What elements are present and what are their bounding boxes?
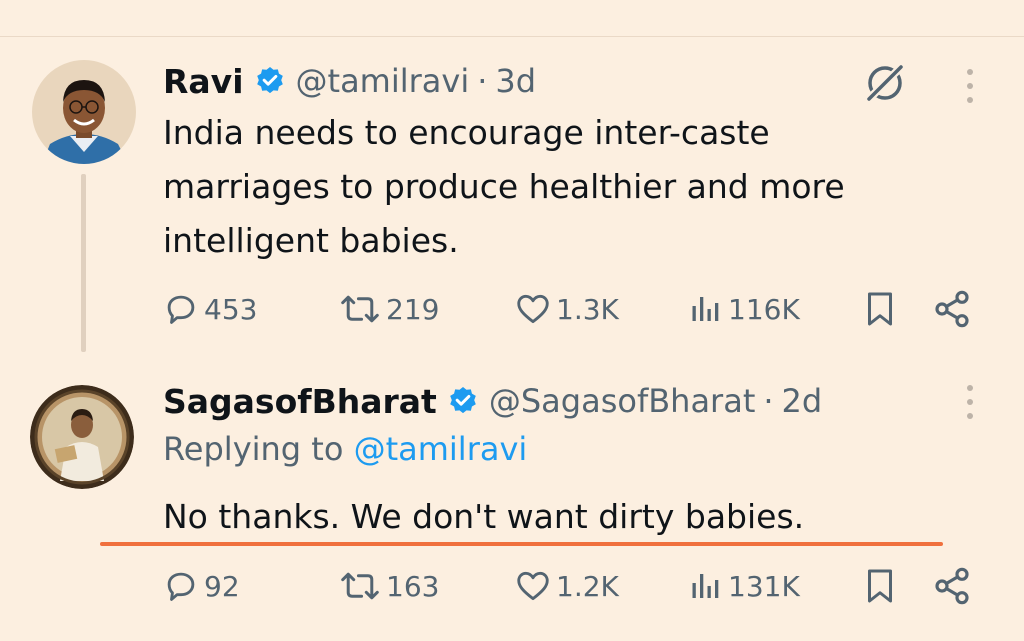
- like-count: 1.2K: [556, 569, 619, 603]
- annotation-underline: [100, 542, 943, 546]
- bookmark-button[interactable]: [862, 284, 898, 334]
- views-button[interactable]: 116K: [688, 284, 800, 334]
- reply-icon: [167, 572, 195, 601]
- views-count: 131K: [728, 569, 800, 603]
- like-button[interactable]: 1.3K: [514, 284, 619, 334]
- views-icon: [692, 574, 719, 598]
- tweet-header: SagasofBharat @SagasofBharat · 2d: [163, 376, 822, 426]
- share-button[interactable]: [932, 561, 972, 611]
- display-name[interactable]: Ravi: [163, 62, 244, 101]
- repost-icon: [341, 572, 379, 600]
- separator-dot: ·: [477, 62, 488, 100]
- reply-count: 453: [204, 292, 258, 326]
- replying-to-handle-link[interactable]: @tamilravi: [354, 430, 528, 468]
- action-bar: 453 219 1.3K 116K: [0, 284, 1024, 334]
- display-name[interactable]: SagasofBharat: [163, 382, 437, 421]
- verified-badge-icon: [450, 387, 476, 414]
- bookmark-icon: [868, 569, 892, 603]
- grok-icon[interactable]: [860, 58, 910, 108]
- tweet-reply[interactable]: SagasofBharat @SagasofBharat · 2d Replyi…: [0, 370, 1024, 641]
- more-options-icon[interactable]: [958, 382, 982, 422]
- share-icon: [935, 290, 969, 328]
- timestamp[interactable]: 2d: [782, 382, 823, 420]
- reply-icon: [167, 295, 195, 324]
- separator-dot: ·: [763, 382, 774, 420]
- bookmark-icon: [868, 292, 892, 326]
- repost-count: 163: [386, 569, 440, 603]
- action-bar: 92 163 1.2K 131K: [0, 561, 1024, 611]
- bookmark-button[interactable]: [862, 561, 898, 611]
- reply-button[interactable]: 92: [162, 561, 240, 611]
- user-handle[interactable]: @tamilravi: [296, 62, 470, 100]
- reply-count: 92: [204, 569, 240, 603]
- verified-badge-icon: [256, 67, 283, 94]
- tweet-text: No thanks. We don't want dirty babies.: [163, 497, 805, 536]
- avatar[interactable]: [30, 385, 134, 489]
- views-count: 116K: [728, 292, 800, 326]
- top-divider: [0, 36, 1024, 37]
- like-button[interactable]: 1.2K: [514, 561, 619, 611]
- share-button[interactable]: [932, 284, 972, 334]
- tweet-text: India needs to encourage inter-caste mar…: [163, 113, 845, 260]
- like-icon: [517, 294, 549, 324]
- repost-icon: [341, 295, 379, 323]
- user-handle[interactable]: @SagasofBharat: [489, 382, 756, 420]
- like-icon: [517, 571, 549, 601]
- reply-button[interactable]: 453: [162, 284, 257, 334]
- more-options-icon[interactable]: [958, 66, 982, 106]
- repost-button[interactable]: 219: [338, 284, 439, 334]
- share-icon: [935, 567, 969, 605]
- replying-to-label: Replying to: [163, 430, 344, 468]
- repost-count: 219: [386, 292, 440, 326]
- avatar[interactable]: [32, 60, 136, 164]
- views-button[interactable]: 131K: [688, 561, 800, 611]
- tweet-original[interactable]: Ravi @tamilravi · 3d India needs to enco…: [0, 48, 1024, 368]
- replying-to-line: Replying to @tamilravi: [163, 430, 527, 468]
- tweet-header: Ravi @tamilravi · 3d: [163, 56, 536, 106]
- like-count: 1.3K: [556, 292, 619, 326]
- repost-button[interactable]: 163: [338, 561, 439, 611]
- timestamp[interactable]: 3d: [495, 62, 536, 100]
- views-icon: [692, 297, 719, 321]
